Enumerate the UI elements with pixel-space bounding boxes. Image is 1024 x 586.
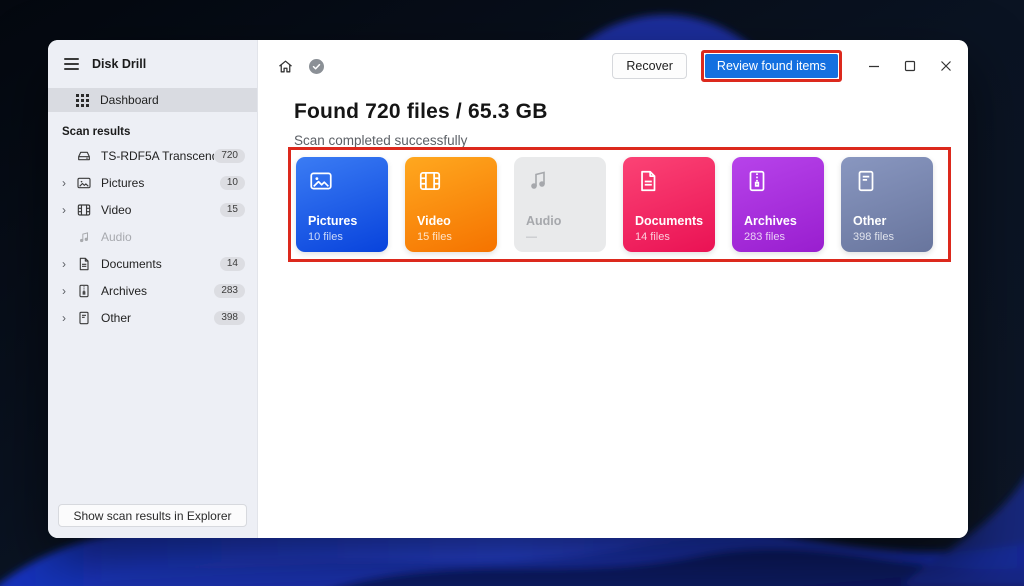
chevron-right-icon[interactable]: › [62,285,76,297]
app-title: Disk Drill [92,57,147,71]
scan-status-text: Scan completed successfully [294,133,468,148]
chevron-right-icon[interactable]: › [62,312,76,324]
category-cards-row: Pictures 10 files Video 15 files Audio —… [296,157,933,252]
home-icon[interactable] [276,57,294,75]
documents-count-badge: 14 [219,256,245,271]
main-content: Recover Review found items Found 720 fil… [258,40,968,538]
card-other[interactable]: Other 398 files [841,157,933,252]
sidebar-item-dashboard[interactable]: Dashboard [48,88,257,112]
chevron-right-icon[interactable]: › [62,177,76,189]
sidebar-item-video[interactable]: › Video 15 [48,196,257,223]
scan-results-header: Scan results [62,126,131,138]
file-icon [853,168,879,199]
sidebar-item-documents[interactable]: › Documents 14 [48,250,257,277]
review-found-items-button[interactable]: Review found items [704,54,838,78]
chevron-right-icon[interactable]: › [62,204,76,216]
pictures-icon [76,175,92,191]
music-note-icon [526,168,550,197]
audio-icon [76,229,92,245]
toolbar: Recover Review found items [258,48,968,84]
other-icon [76,310,92,326]
close-button[interactable] [938,58,954,74]
hamburger-menu-icon[interactable] [64,58,79,70]
card-archives[interactable]: Archives 283 files [732,157,824,252]
scan-complete-check-icon[interactable] [309,58,324,74]
sidebar-item-other[interactable]: › Other 398 [48,304,257,331]
window-controls [866,58,954,74]
grid-icon [74,92,90,108]
review-highlight-annotation: Review found items [700,50,842,82]
archives-icon [76,283,92,299]
device-count-badge: 720 [214,148,245,163]
cards-highlight-annotation: Pictures 10 files Video 15 files Audio —… [288,147,951,262]
archives-count-badge: 283 [214,283,245,298]
image-icon [308,168,334,199]
disk-drill-window: Disk Drill Dashboard Scan results TS-RDF… [48,40,968,538]
video-icon [76,202,92,218]
card-video[interactable]: Video 15 files [405,157,497,252]
sidebar-item-pictures[interactable]: › Pictures 10 [48,169,257,196]
card-documents[interactable]: Documents 14 files [623,157,715,252]
video-count-badge: 15 [219,202,245,217]
chevron-right-icon[interactable]: › [62,258,76,270]
sidebar: Disk Drill Dashboard Scan results TS-RDF… [48,40,258,538]
documents-icon [76,256,92,272]
recover-button[interactable]: Recover [612,53,687,79]
pictures-count-badge: 10 [219,175,245,190]
card-audio: Audio — [514,157,606,252]
other-count-badge: 398 [214,310,245,325]
sidebar-item-device[interactable]: TS-RDF5A Transcend US... 720 [48,142,257,169]
device-label: TS-RDF5A Transcend US... [101,148,215,163]
sidebar-item-audio: Audio [48,223,257,250]
desktop: Disk Drill Dashboard Scan results TS-RDF… [0,0,1024,586]
card-pictures[interactable]: Pictures 10 files [296,157,388,252]
sidebar-header: Disk Drill [48,40,257,74]
drive-icon [76,148,92,164]
found-files-heading: Found 720 files / 65.3 GB [294,100,548,123]
show-in-explorer-button[interactable]: Show scan results in Explorer [58,504,247,527]
maximize-button[interactable] [902,58,918,74]
dashboard-label: Dashboard [100,93,159,107]
minimize-button[interactable] [866,58,882,74]
scan-results-list: TS-RDF5A Transcend US... 720 › Pictures … [48,142,257,331]
zip-icon [744,168,770,199]
document-icon [635,168,661,199]
film-icon [417,168,443,199]
sidebar-item-archives[interactable]: › Archives 283 [48,277,257,304]
